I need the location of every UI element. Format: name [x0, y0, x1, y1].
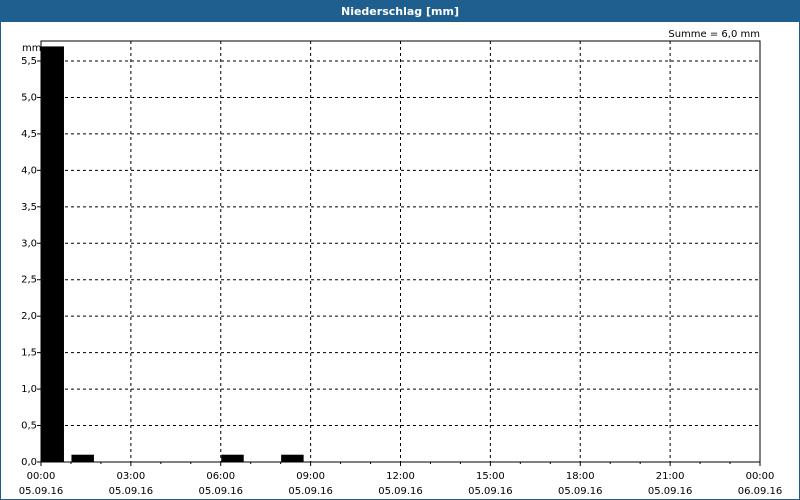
- y-tick-label: 3,0: [21, 238, 37, 249]
- sum-label: Summe = 6,0 mm: [668, 29, 760, 40]
- y-tick-label: 2,5: [21, 275, 37, 286]
- x-tick-label-time: 03:00: [116, 471, 145, 482]
- x-tick-label-time: 15:00: [476, 471, 505, 482]
- x-tick-label-time: 00:00: [27, 471, 56, 482]
- x-tick-label-time: 09:00: [296, 471, 325, 482]
- bar: [71, 454, 94, 462]
- y-axis-label: mm: [22, 43, 41, 54]
- x-tick-label-time: 21:00: [656, 471, 685, 482]
- y-tick-label: 1,5: [21, 348, 37, 359]
- y-tick-label: 0,5: [21, 421, 37, 432]
- x-tick-label-date: 05.09.16: [19, 486, 64, 497]
- y-tick-label: 5,0: [21, 92, 37, 103]
- y-tick-label: 0,0: [21, 457, 37, 468]
- x-tick-label-date: 05.09.16: [378, 486, 423, 497]
- x-tick-label-date: 06.09.16: [738, 486, 783, 497]
- y-tick-label: 1,0: [21, 384, 37, 395]
- x-tick-label-date: 05.09.16: [198, 486, 243, 497]
- x-tick-label-time: 00:00: [746, 471, 775, 482]
- x-tick-label-time: 06:00: [206, 471, 235, 482]
- y-tick-label: 3,5: [21, 202, 37, 213]
- precipitation-chart: 0,0 0,5 1,0 1,5 2,0 2,5 3,0 3,5 4,0 4,5 5,0 5,5 00:0…: [19, 29, 783, 497]
- y-tick-label: 4,0: [21, 165, 37, 176]
- x-tick-label-time: 18:00: [566, 471, 595, 482]
- x-tick-label-time: 12:00: [386, 471, 415, 482]
- bar: [41, 46, 64, 462]
- x-tick-label-date: 05.09.16: [648, 486, 693, 497]
- y-tick-label: 2,0: [21, 311, 37, 322]
- x-tick-label-date: 05.09.16: [468, 486, 513, 497]
- bar: [221, 454, 244, 462]
- x-tick-label-date: 05.09.16: [288, 486, 333, 497]
- y-tick-label: 5,5: [21, 56, 37, 67]
- x-tick-label-date: 05.09.16: [109, 486, 154, 497]
- bar: [281, 454, 304, 462]
- x-tick-label-date: 05.09.16: [558, 486, 603, 497]
- chart-window: Niederschlag [mm] 0,0 0,5 1,0 1,5 2,0 2,5 3,0 3…: [0, 0, 800, 500]
- y-tick-label: 4,5: [21, 129, 37, 140]
